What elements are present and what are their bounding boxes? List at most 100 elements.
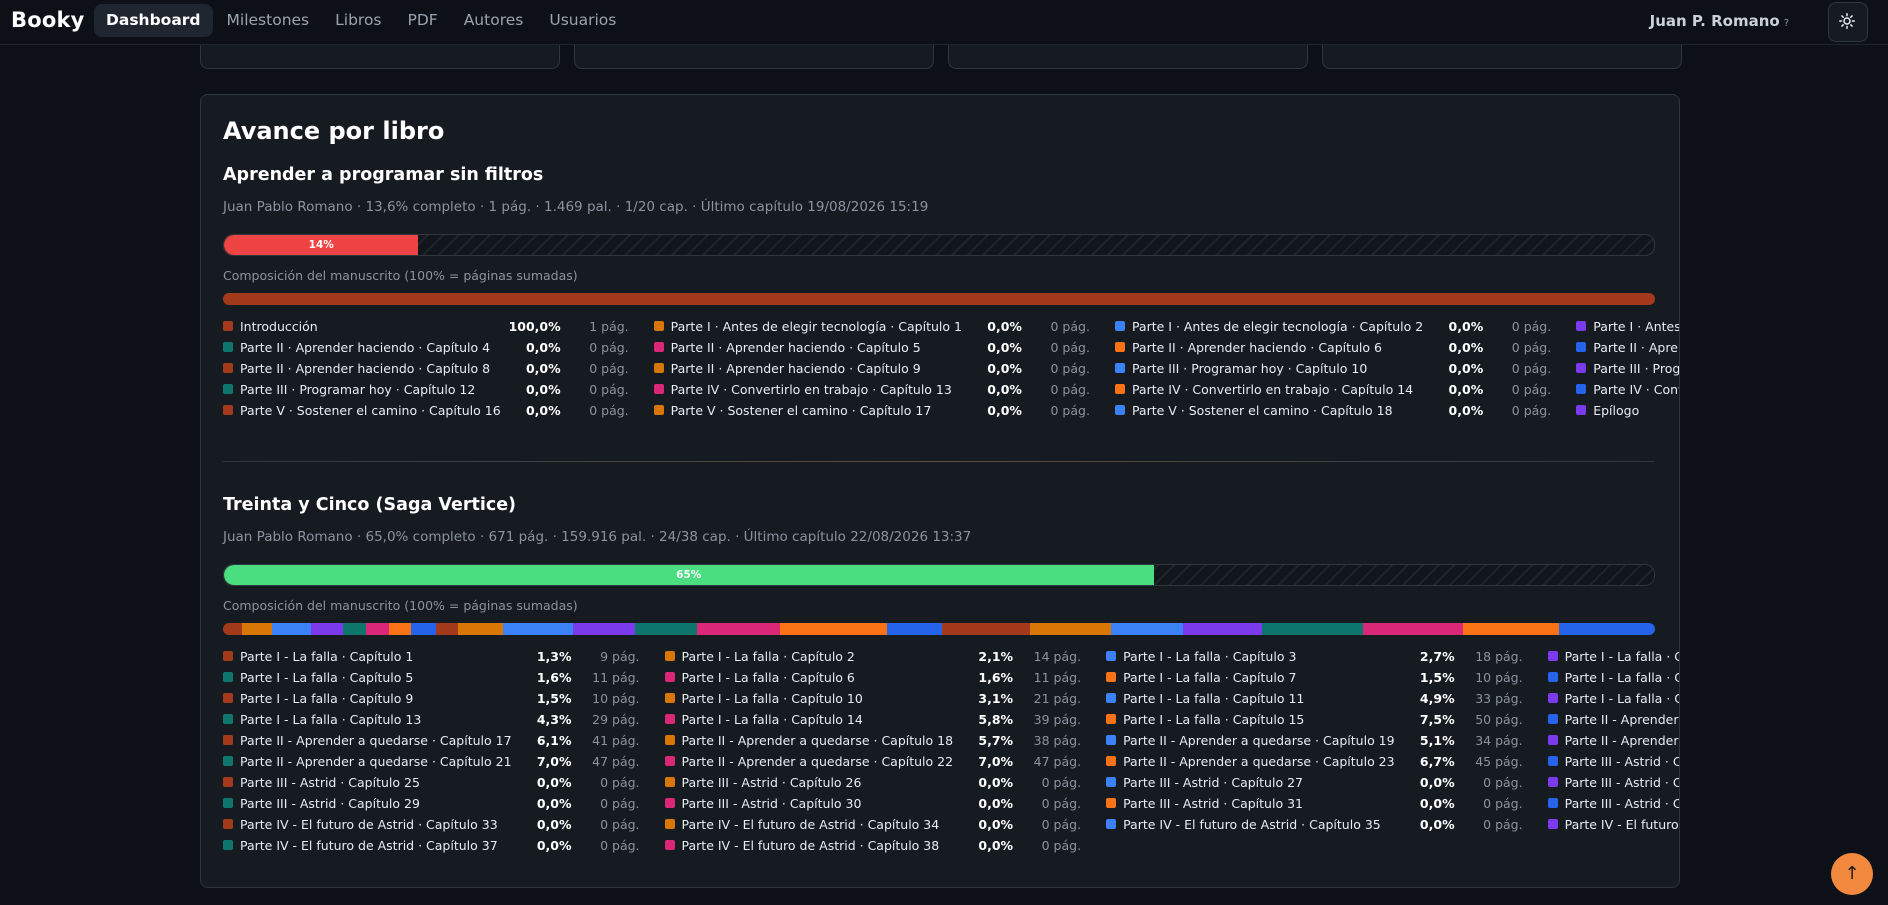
legend-item-name: Parte IV - El futuro de Astrid · Capítul… [240,837,498,853]
legend-item: Parte I - La falla · Capítulo 3 2,7% 18 pá… [1106,647,1523,665]
legend-item-name: Parte III · Programar hoy · Capítulo 12 [240,381,476,397]
legend-item-pages: 11 pág. [592,669,640,685]
legend-item-name: Parte III - Astrid · Capítulo 30 [681,795,862,811]
legend-item: Parte IV · Convertirlo en trabajo · Capí… [653,380,1090,398]
legend-item-pages: 0 pág. [589,402,629,418]
legend-item-pages: 0 pág. [1041,837,1082,853]
legend-item-percent: 1,3% [536,648,572,664]
legend-item-name: Parte IV · Convertirlo en trabajo · Capí… [670,381,952,397]
legend-swatch [1114,363,1125,373]
legend-item: Parte I · Antes de elegir tecnología · C… [1576,317,1679,335]
legend-swatch [664,798,675,808]
composition-segment [1462,623,1559,635]
legend-item-name: Parte I - La falla · Capítulo 15 [1123,711,1305,727]
brand-logo[interactable]: Booky [11,8,85,32]
composition-label: Composición del manuscrito (100% = págin… [223,268,578,283]
legend-item-percent: 0,0% [978,795,1014,811]
composition-segment [389,623,411,635]
legend-item: Parte II - Aprender a quedarse · Capítul… [1106,752,1523,770]
legend-item-percent: 4,3% [536,711,572,727]
user-badge: ? [1783,18,1789,29]
legend-item-percent: 100,0% [508,318,561,334]
composition-segment [223,623,243,635]
legend-item-pages: 47 pág. [1033,753,1082,769]
legend-swatch [1106,777,1117,787]
legend-item: Parte IV - El futuro de Astrid · Capítul… [664,836,1082,854]
stat-card [574,44,934,69]
legend-item: Parte III - Astrid · Capítulo 280,0%0 pá… [1547,773,1679,791]
composition-segment [410,623,437,635]
book-meta: Juan Pablo Romano · 65,0% completo · 671… [223,529,972,545]
composition-segment [572,623,635,635]
legend-item-pages: 29 pág. [592,711,640,727]
legend-swatch [1106,714,1117,724]
nav-usuarios[interactable]: Usuarios [537,4,628,37]
legend-item: Parte IV - El futuro de Astrid · Capítul… [223,815,640,833]
legend-item: Parte I - La falla · Capítulo 13 4,3% 29 p… [223,710,640,728]
book-block: Aprender a programar sin filtros Juan Pa… [223,165,1679,419]
legend-item-pages: 0 pág. [1511,339,1552,355]
book-divider [223,461,1655,462]
legend-item-percent: 5,7% [978,732,1014,748]
legend-item: Parte I - La falla · Capítulo 6 1,6% 11 pá… [664,668,1082,686]
theme-toggle-button[interactable] [1828,2,1868,42]
legend-swatch [1547,735,1558,745]
composition-segment [365,623,390,635]
legend-item-percent: 5,1% [1419,732,1455,748]
legend-item-percent: 0,0% [525,402,561,418]
legend-item: Parte I - La falla · Capítulo 42,2%15 pá… [1547,647,1679,665]
legend-item: Parte I · Antes de elegir tecnología · C… [653,317,1090,335]
legend-swatch [653,363,664,373]
legend-item: Parte II - Aprender a quedarse · Capítul… [1106,731,1523,749]
legend-item-name: Parte II · Aprender haciendo · Capítulo … [670,339,921,355]
legend-item-pages: 11 pág. [1033,669,1082,685]
legend-item: Parte III - Astrid · Capítulo 25 0,0% 0 pá… [223,773,640,791]
legend-item-pages: 0 pág. [600,774,640,790]
legend-item-name: Parte IV - El futuro de Astrid · Capítul… [1123,816,1381,832]
legend-item-pages: 0 pág. [1511,360,1552,376]
legend-item-percent: 0,0% [536,837,572,853]
legend-item-percent: 0,0% [1448,339,1484,355]
legend-swatch [1547,777,1558,787]
legend-swatch [1547,714,1558,724]
legend-swatch [223,321,233,331]
legend-item-pages: 50 pág. [1475,711,1523,727]
scroll-top-button[interactable]: ↑ [1831,853,1873,895]
legend-item-name: Parte II - Aprender a quedarse · Capítul… [1123,732,1395,748]
legend-swatch [1576,342,1587,352]
legend-item-percent: 0,0% [1448,402,1484,418]
legend-item-percent: 0,0% [987,360,1022,376]
nav-pdf[interactable]: PDF [396,4,450,37]
legend-item-pages: 47 pág. [592,753,640,769]
legend-item-name: Parte I - La falla · Capítulo 5 [240,669,414,685]
legend-item: Parte I - La falla · Capítulo 2 2,1% 14 pá… [664,647,1081,665]
legend-swatch [1106,651,1117,661]
legend-swatch [223,693,233,703]
legend-item-pages: 0 pág. [1050,402,1090,418]
legend-swatch [1114,384,1125,394]
legend-item-name: Parte I - La falla · Capítulo 3 [1123,648,1297,664]
legend-item-name: Parte I - La falla · Capítulo 12 [1564,690,1679,706]
legend-swatch [223,714,233,724]
legend-item: Parte III - Astrid · Capítulo 30 0,0% 0 pá… [664,794,1081,812]
nav-milestones[interactable]: Milestones [215,4,322,37]
legend-swatch [1547,693,1558,703]
legend-item-name: Parte V · Sostener el camino · Capítulo … [240,402,501,418]
legend-item-percent: 0,0% [536,816,572,832]
legend-item-name: Parte V · Sostener el camino · Capítulo … [670,402,932,418]
stat-card [948,44,1308,69]
legend-item: Parte II - Aprender a quedarse · Capítul… [223,752,640,770]
nav-autores[interactable]: Autores [452,4,536,37]
legend-item: Epílogo0,0%0 pág. [1576,401,1679,419]
legend-item: Parte V · Sostener el camino · Capítulo … [223,401,629,419]
nav-libros[interactable]: Libros [323,4,393,37]
legend-item-name: Parte V · Sostener el camino · Capítulo … [1131,402,1393,418]
book-meta: Juan Pablo Romano · 13,6% completo · 1 p… [223,199,929,215]
legend-swatch [223,756,233,766]
composition-legend: Introducción 100,0% 1 pág. Parte I · Antes … [223,317,1679,419]
legend-item-name: Parte II - Aprender a quedarse · Capítul… [240,732,512,748]
legend-item-pages: 9 pág. [600,648,640,664]
nav-dashboard[interactable]: Dashboard [94,4,213,37]
legend-item-pages: 0 pág. [589,360,629,376]
user-menu[interactable]: Juan P. Romano? [1650,12,1789,30]
